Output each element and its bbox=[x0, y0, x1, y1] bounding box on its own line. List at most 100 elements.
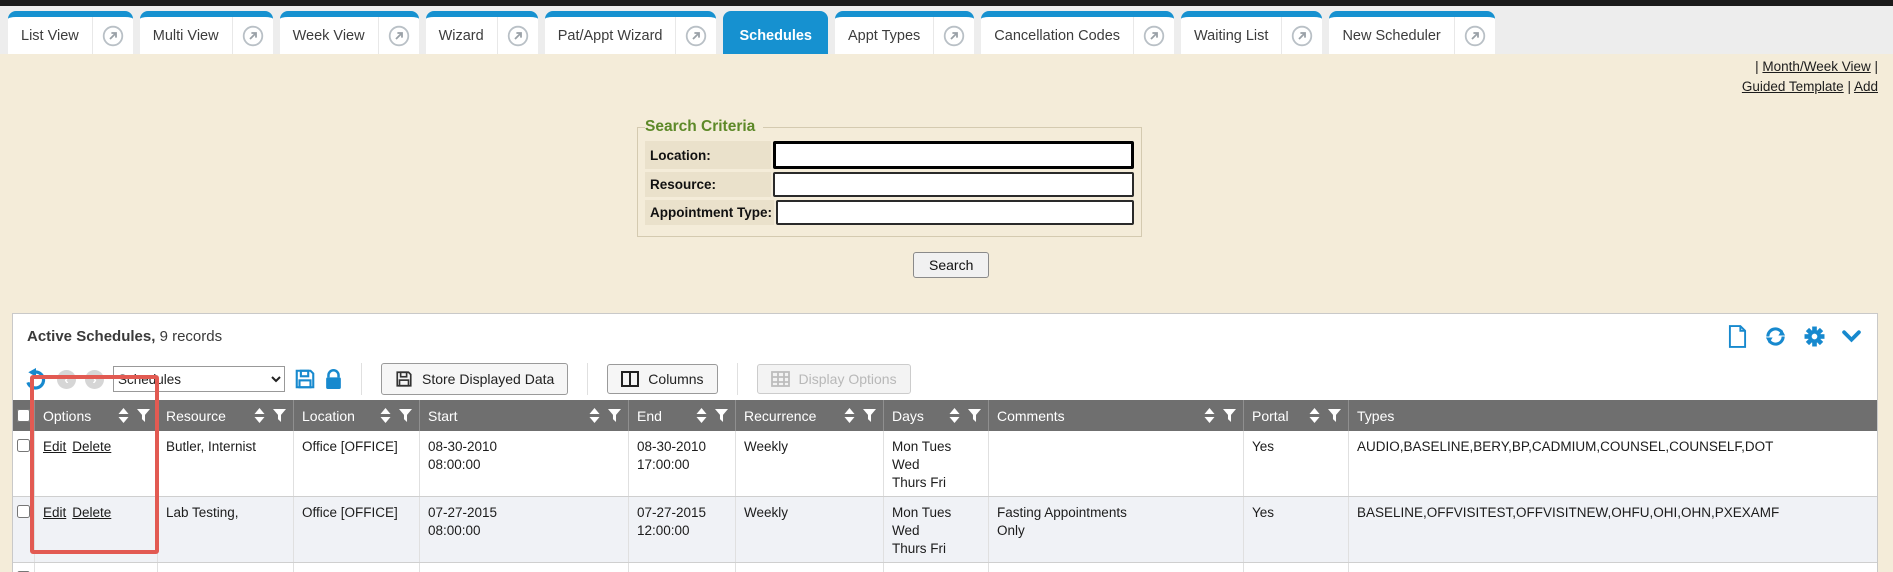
tab-week-view[interactable]: Week View bbox=[280, 11, 419, 54]
filter-icon[interactable] bbox=[273, 409, 286, 422]
delete-link[interactable]: Delete bbox=[72, 439, 111, 454]
delete-link[interactable]: Delete bbox=[72, 505, 111, 520]
column-header-portal[interactable]: Portal bbox=[1244, 400, 1349, 431]
prev-view-icon[interactable]: ‹ bbox=[57, 370, 76, 389]
search-criteria-legend: Search Criteria bbox=[645, 118, 763, 136]
guided-template-link[interactable]: Guided Template bbox=[1742, 79, 1844, 94]
sort-icon[interactable] bbox=[254, 408, 265, 423]
location-input[interactable] bbox=[773, 141, 1134, 169]
toolbar-divider bbox=[587, 363, 588, 395]
filter-icon[interactable] bbox=[137, 409, 150, 422]
resource-cell: Nurse, bbox=[158, 563, 294, 572]
panel-title: Active Schedules, bbox=[27, 328, 155, 345]
filter-icon[interactable] bbox=[1328, 409, 1341, 422]
location-label: Location: bbox=[645, 141, 771, 169]
filter-icon[interactable] bbox=[608, 409, 621, 422]
column-header-start[interactable]: Start bbox=[420, 400, 629, 431]
open-in-new-icon[interactable] bbox=[497, 17, 538, 54]
select-all-checkbox[interactable] bbox=[17, 409, 30, 422]
tab-cancellation-codes[interactable]: Cancellation Codes bbox=[981, 11, 1174, 54]
tab-wizard[interactable]: Wizard bbox=[426, 11, 538, 54]
column-header-comments[interactable]: Comments bbox=[989, 400, 1244, 431]
row-checkbox[interactable] bbox=[17, 505, 30, 518]
tab-label: Wizard bbox=[426, 17, 497, 54]
column-header-options[interactable]: Options bbox=[35, 400, 158, 431]
columns-icon bbox=[621, 371, 639, 387]
filter-icon[interactable] bbox=[1223, 409, 1236, 422]
tab-label: Schedules bbox=[723, 17, 828, 54]
collapse-chevron-icon[interactable] bbox=[1842, 330, 1861, 343]
filter-icon[interactable] bbox=[715, 409, 728, 422]
open-in-new-icon[interactable] bbox=[933, 17, 974, 54]
tab-schedules-active[interactable]: Schedules bbox=[723, 11, 828, 54]
open-in-new-icon[interactable] bbox=[92, 17, 133, 54]
sort-icon[interactable] bbox=[844, 408, 855, 423]
days-cell: Mon Tues Wed Thurs Fri bbox=[884, 497, 989, 562]
resource-cell: Lab Testing, bbox=[158, 497, 294, 562]
new-document-icon[interactable] bbox=[1728, 325, 1747, 348]
row-checkbox[interactable] bbox=[17, 439, 30, 452]
lock-icon[interactable] bbox=[325, 369, 342, 390]
month-week-view-link[interactable]: Month/Week View bbox=[1762, 59, 1870, 74]
gear-icon[interactable] bbox=[1804, 326, 1825, 347]
column-header-recurrence[interactable]: Recurrence bbox=[736, 400, 884, 431]
refresh-icon[interactable] bbox=[1764, 325, 1787, 348]
tab-list-view[interactable]: List View bbox=[8, 11, 133, 54]
open-in-new-icon[interactable] bbox=[1454, 17, 1495, 54]
sort-icon[interactable] bbox=[1309, 408, 1320, 423]
tab-multi-view[interactable]: Multi View bbox=[140, 11, 273, 54]
columns-button[interactable]: Columns bbox=[607, 364, 717, 394]
view-select[interactable]: Schedules bbox=[113, 366, 285, 392]
types-cell: AUDIO,BASELINE,BERY,BP,CADMIUM,COUNSEL,C… bbox=[1349, 563, 1877, 572]
days-cell: Mon Tues Wed Thurs Fri bbox=[884, 563, 989, 572]
resource-label: Resource: bbox=[645, 172, 771, 197]
resource-input[interactable] bbox=[773, 172, 1134, 197]
add-link[interactable]: Add bbox=[1854, 79, 1878, 94]
column-header-days[interactable]: Days bbox=[884, 400, 989, 431]
open-in-new-icon[interactable] bbox=[232, 17, 273, 54]
tab-pat-appt-wizard[interactable]: Pat/Appt Wizard bbox=[545, 11, 717, 54]
open-in-new-icon[interactable] bbox=[1133, 17, 1174, 54]
tab-bar: List View Multi View Week View Wizard Pa… bbox=[0, 6, 1893, 54]
sort-icon[interactable] bbox=[696, 408, 707, 423]
tab-waiting-list[interactable]: Waiting List bbox=[1181, 11, 1322, 54]
tab-label: Cancellation Codes bbox=[981, 17, 1133, 54]
portal-cell: Yes bbox=[1244, 431, 1349, 496]
location-cell: Office [OFFICE] bbox=[294, 431, 420, 496]
start-cell: 07-27-2015 08:00:00 bbox=[420, 563, 629, 572]
tab-label: Week View bbox=[280, 17, 378, 54]
schedules-table: Options Resource Location Start End Recu… bbox=[13, 400, 1877, 572]
sort-icon[interactable] bbox=[118, 408, 129, 423]
recurrence-cell: Weekly bbox=[736, 563, 884, 572]
appointment-type-label: Appointment Type: bbox=[645, 200, 774, 225]
sort-icon[interactable] bbox=[949, 408, 960, 423]
edit-link[interactable]: Edit bbox=[43, 505, 66, 520]
column-header-resource[interactable]: Resource bbox=[158, 400, 294, 431]
toolbar-divider bbox=[737, 363, 738, 395]
filter-icon[interactable] bbox=[968, 409, 981, 422]
sort-icon[interactable] bbox=[1204, 408, 1215, 423]
undo-icon[interactable] bbox=[23, 367, 48, 391]
store-displayed-data-button[interactable]: Store Displayed Data bbox=[381, 363, 568, 395]
search-button[interactable]: Search bbox=[913, 252, 989, 278]
start-cell: 07-27-2015 08:00:00 bbox=[420, 497, 629, 562]
open-in-new-icon[interactable] bbox=[675, 17, 716, 54]
table-row: EditDelete Nurse, Office [OFFICE] 07-27-… bbox=[13, 563, 1877, 572]
sort-icon[interactable] bbox=[380, 408, 391, 423]
filter-icon[interactable] bbox=[863, 409, 876, 422]
open-in-new-icon[interactable] bbox=[1281, 17, 1322, 54]
next-view-icon[interactable]: › bbox=[85, 370, 104, 389]
open-in-new-icon[interactable] bbox=[378, 17, 419, 54]
tab-appt-types[interactable]: Appt Types bbox=[835, 11, 974, 54]
edit-link[interactable]: Edit bbox=[43, 439, 66, 454]
column-header-types[interactable]: Types bbox=[1349, 400, 1877, 431]
tab-new-scheduler[interactable]: New Scheduler bbox=[1329, 11, 1494, 54]
filter-icon[interactable] bbox=[399, 409, 412, 422]
save-view-icon[interactable] bbox=[294, 368, 316, 390]
table-header-row: Options Resource Location Start End Recu… bbox=[13, 400, 1877, 431]
appointment-type-input[interactable] bbox=[776, 200, 1134, 225]
sort-icon[interactable] bbox=[589, 408, 600, 423]
column-header-end[interactable]: End bbox=[629, 400, 736, 431]
column-header-location[interactable]: Location bbox=[294, 400, 420, 431]
comments-cell bbox=[989, 431, 1244, 496]
